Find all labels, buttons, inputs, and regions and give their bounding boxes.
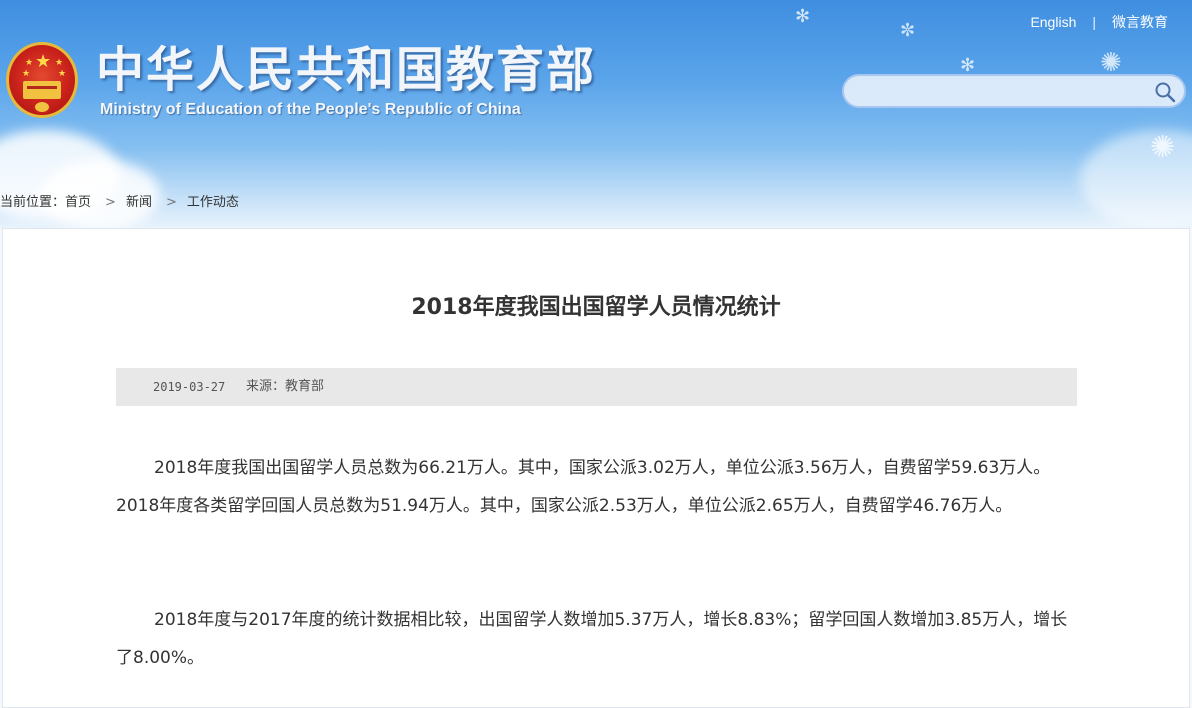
english-link[interactable]: English xyxy=(1030,14,1076,30)
breadcrumb-news[interactable]: 新闻 xyxy=(126,195,152,210)
dandelion-decoration: ✼ xyxy=(900,20,916,41)
article-source: 来源：教育部 xyxy=(246,379,325,394)
dandelion-decoration: ✻ xyxy=(960,55,976,76)
link-divider: | xyxy=(1092,14,1096,30)
article-container: 2018年度我国出国留学人员情况统计 2019-03-27 来源：教育部 201… xyxy=(2,228,1190,708)
article-title: 2018年度我国出国留学人员情况统计 xyxy=(411,295,781,320)
site-title-english: Ministry of Education of the People's Re… xyxy=(100,101,521,118)
breadcrumb-home[interactable]: 首页 xyxy=(65,195,91,210)
breadcrumb: 当前位置：首页 > 新闻 > 工作动态 xyxy=(0,194,239,212)
search-input[interactable] xyxy=(858,81,1152,103)
top-links: English | 微言教育 xyxy=(1030,12,1168,32)
site-header: ✻ ✼ ✻ ✺ ✺ ★ ★ ★ ★ ★ 中华人民共和国教育部 Ministry … xyxy=(0,0,1192,228)
article-paragraph: 2018年度我国出国留学人员总数为66.21万人。其中，国家公派3.02万人，单… xyxy=(116,458,1051,516)
dandelion-decoration: ✺ xyxy=(1150,130,1176,165)
site-title[interactable]: 中华人民共和国教育部 xyxy=(96,40,596,100)
breadcrumb-work-updates[interactable]: 工作动态 xyxy=(187,195,239,210)
weiyan-link[interactable]: 微言教育 xyxy=(1112,12,1168,32)
chevron-right-icon: > xyxy=(165,195,177,210)
search-icon[interactable] xyxy=(1154,81,1176,103)
article-meta: 2019-03-27 来源：教育部 xyxy=(116,368,1077,406)
cloud-decoration xyxy=(1080,130,1192,228)
breadcrumb-prefix: 当前位置： xyxy=(0,195,66,210)
national-emblem-icon[interactable]: ★ ★ ★ ★ ★ xyxy=(6,42,78,118)
chevron-right-icon: > xyxy=(105,195,116,210)
article-date: 2019-03-27 xyxy=(153,380,226,394)
dandelion-decoration: ✻ xyxy=(795,6,811,27)
article-paragraph: 2018年度与2017年度的统计数据相比较，出国留学人数增加5.37万人，增长8… xyxy=(116,610,1068,668)
search-box[interactable] xyxy=(842,74,1186,108)
